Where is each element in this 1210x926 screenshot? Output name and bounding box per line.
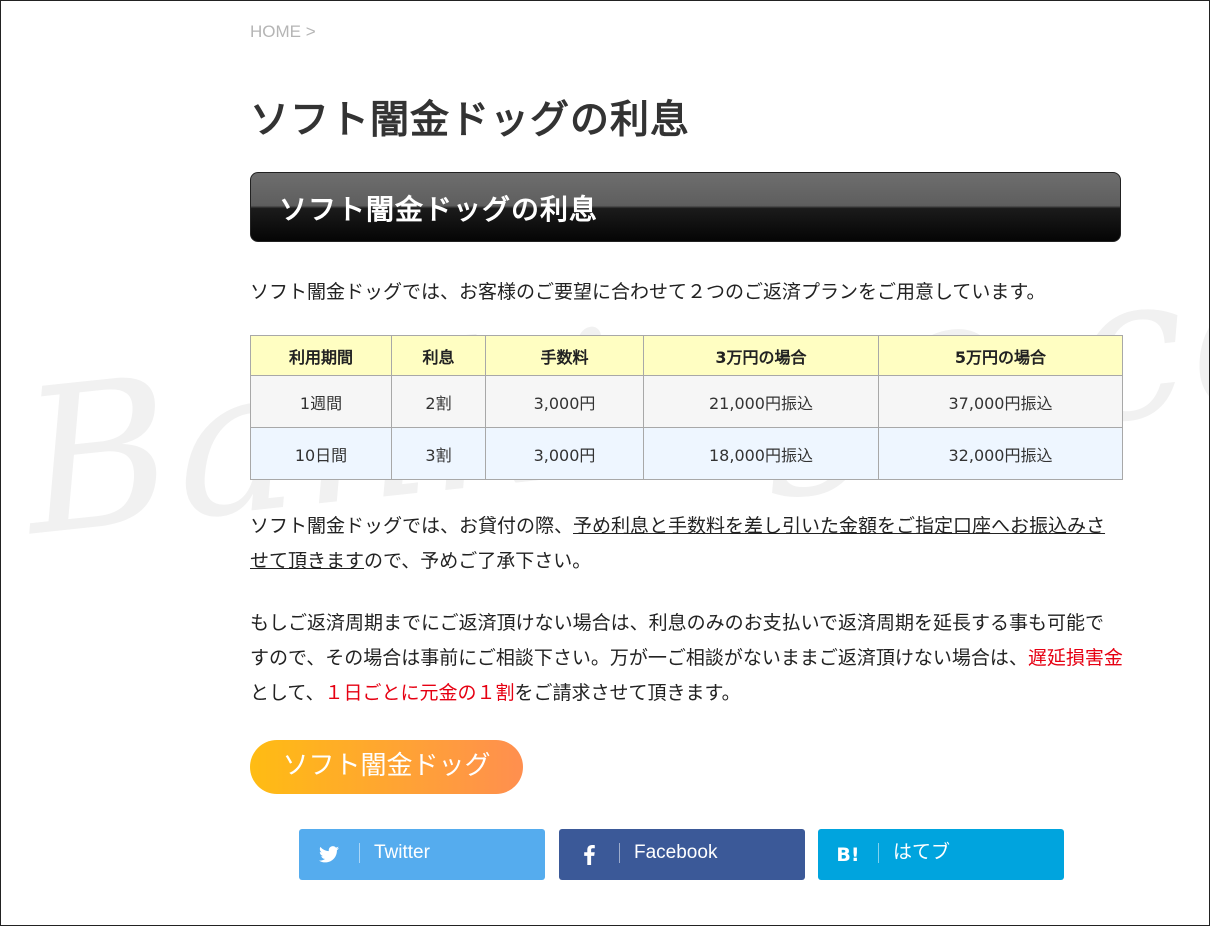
late-payment-text-2: として、 xyxy=(250,682,325,704)
table-row: 1週間 2割 3,000円 21,000円振込 37,000円振込 xyxy=(250,375,1123,428)
cell-fee: 3,000円 xyxy=(485,427,644,480)
disbursement-note-suffix: ので、予めご了承下さい。 xyxy=(364,550,592,572)
disbursement-note-prefix: ソフト闇金ドッグでは、お貸付の際、 xyxy=(250,515,574,537)
daily-rate-highlight: １日ごとに元金の１割 xyxy=(324,682,515,704)
divider xyxy=(359,843,360,863)
disbursement-note: ソフト闇金ドッグでは、お貸付の際、予め利息と手数料を差し引いた金額をご指定口座へ… xyxy=(250,509,1123,579)
cell-50k: 37,000円振込 xyxy=(878,375,1123,428)
hatena-bookmark-button[interactable]: B! はてブ xyxy=(818,829,1064,880)
twitter-share-button[interactable]: Twitter xyxy=(299,829,545,880)
late-payment-note: もしご返済周期までにご返済頂けない場合は、利息のみのお支払いで返済周期を延長する… xyxy=(250,606,1123,711)
cell-30k: 21,000円振込 xyxy=(643,375,879,428)
divider xyxy=(619,843,620,863)
divider xyxy=(878,843,879,863)
twitter-label: Twitter xyxy=(374,842,430,863)
late-payment-text-1: もしご返済周期までにご返済頂けない場合は、利息のみのお支払いで返済周期を延長する… xyxy=(250,612,1105,669)
page-title: ソフト闇金ドッグの利息 xyxy=(250,98,691,143)
col-header-period: 利用期間 xyxy=(250,335,392,376)
late-payment-text-3: をご請求させて頂きます。 xyxy=(514,682,741,704)
intro-text: ソフト闇金ドッグでは、お客様のご要望に合わせて２つのご返済プランをご用意していま… xyxy=(250,281,1046,303)
hatena-bookmark-icon: B! xyxy=(836,843,860,866)
cell-50k: 32,000円振込 xyxy=(878,427,1123,480)
hatena-label: はてブ xyxy=(893,842,951,863)
section-heading: ソフト闇金ドッグの利息 xyxy=(250,172,1121,242)
cell-fee: 3,000円 xyxy=(485,375,644,428)
late-penalty-highlight: 遅延損害金 xyxy=(1027,647,1123,669)
section-heading-text: ソフト闇金ドッグの利息 xyxy=(279,193,599,226)
col-header-30k: 3万円の場合 xyxy=(643,335,879,376)
facebook-icon xyxy=(559,829,619,880)
repayment-plan-table: 利用期間 利息 手数料 3万円の場合 5万円の場合 1週間 2割 3,000円 … xyxy=(250,335,1123,480)
cell-interest: 3割 xyxy=(391,427,486,480)
table-header-row: 利用期間 利息 手数料 3万円の場合 5万円の場合 xyxy=(250,335,1123,376)
facebook-label: Facebook xyxy=(634,842,718,863)
col-header-50k: 5万円の場合 xyxy=(878,335,1123,376)
facebook-share-button[interactable]: Facebook xyxy=(559,829,805,880)
breadcrumb-home[interactable]: HOME > xyxy=(250,22,316,42)
col-header-fee: 手数料 xyxy=(485,335,644,376)
cell-period: 10日間 xyxy=(250,427,392,480)
cta-button[interactable]: ソフト闇金ドッグ xyxy=(250,740,523,794)
table-row: 10日間 3割 3,000円 18,000円振込 32,000円振込 xyxy=(250,427,1123,480)
page-frame: Bankingo.com HOME > ソフト闇金ドッグの利息 ソフト闇金ドッグ… xyxy=(0,0,1210,926)
cell-period: 1週間 xyxy=(250,375,392,428)
cell-30k: 18,000円振込 xyxy=(643,427,879,480)
cell-interest: 2割 xyxy=(391,375,486,428)
col-header-interest: 利息 xyxy=(391,335,486,376)
twitter-icon xyxy=(299,829,359,880)
